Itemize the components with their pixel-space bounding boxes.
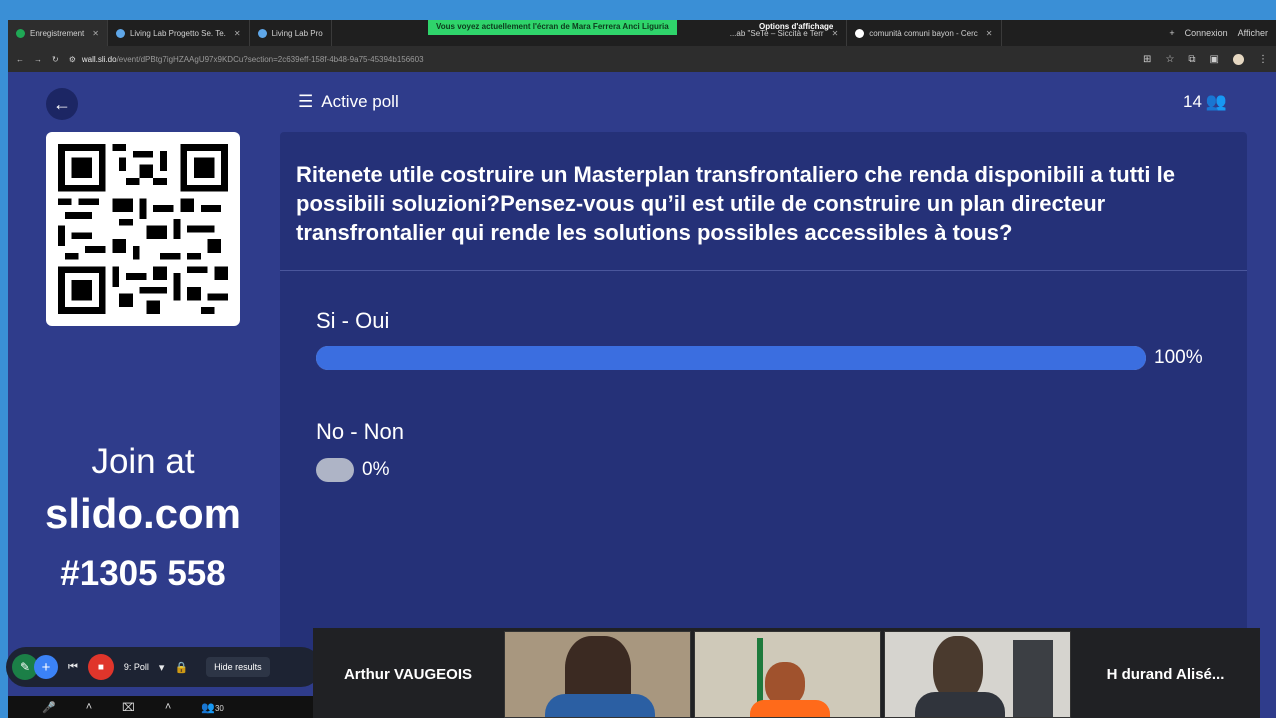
- participant-count-value: 14: [1183, 92, 1202, 111]
- slido-poll-wall: ← Join at slido.com #1305 558 ☰ Active p…: [8, 72, 1276, 718]
- option-label-yes: Si - Oui: [316, 308, 390, 333]
- stop-icon[interactable]: ■: [87, 654, 114, 680]
- participants-icon[interactable]: 👥30: [201, 701, 224, 714]
- meeting-controls: 🎤 ˄ ⌧ ˄ 👥30: [8, 696, 313, 718]
- divider: [280, 270, 1247, 271]
- arrow-left-icon: ←: [53, 93, 71, 114]
- tab-living-lab-1[interactable]: Living Lab Progetto Se. Te. ✕: [108, 20, 250, 46]
- site-info-icon[interactable]: ⚙: [69, 55, 76, 64]
- option-percent-yes: 100%: [1154, 347, 1203, 368]
- recording-icon: [16, 28, 25, 38]
- poll-question: Ritenete utile costruire un Masterplan t…: [296, 162, 1175, 245]
- background-object: [1013, 640, 1053, 717]
- participants-count: 30: [214, 703, 224, 713]
- join-qr-code: [46, 132, 240, 326]
- url-field[interactable]: ⚙ wall.sli.do/event/dPBtg7igHZAAgU97x9KD…: [69, 55, 424, 64]
- address-bar: ← → ↻ ⚙ wall.sli.do/event/dPBtg7igHZAAgU…: [8, 46, 1276, 72]
- list-icon: ☰: [298, 92, 314, 111]
- person-shirt: [545, 694, 655, 717]
- bookmark-star-icon[interactable]: ☆: [1165, 54, 1174, 65]
- tab-label: Living Lab Pro: [271, 28, 323, 38]
- profile-avatar[interactable]: [1233, 53, 1244, 65]
- close-icon[interactable]: ✕: [92, 29, 99, 38]
- people-icon: 👥: [1205, 92, 1228, 111]
- forward-icon[interactable]: →: [34, 55, 42, 64]
- slido-icon: [115, 28, 125, 38]
- tab-label: comunità comuni bayon - Cerc: [869, 28, 978, 38]
- join-site: slido.com: [44, 490, 242, 537]
- back-button[interactable]: ←: [46, 88, 78, 120]
- close-icon[interactable]: ✕: [234, 29, 241, 38]
- presenter-toolbar: ✎ + ⏮ ■ 9: Poll ▾ 🔒 Hide results: [6, 647, 321, 687]
- participant-video-3[interactable]: [884, 631, 1071, 718]
- option-percent-no: 0%: [362, 459, 390, 480]
- tab-label: Living Lab Progetto Se. Te.: [129, 28, 226, 38]
- option-bar-fill-yes: [316, 346, 1146, 370]
- option-label-no: No - Non: [316, 419, 405, 444]
- qr-code-icon: [58, 144, 228, 314]
- chevron-up-icon[interactable]: ˄: [165, 701, 171, 713]
- url-path: /event/dPBtg7igHZAAgU97x9KDCu?section=2c…: [116, 54, 424, 64]
- hide-results-button[interactable]: Hide results: [206, 657, 270, 677]
- chevron-up-icon[interactable]: ˄: [86, 701, 92, 713]
- option-bar-no: [316, 458, 354, 482]
- poll-header-label: Active poll: [321, 92, 399, 111]
- skip-back-icon[interactable]: ⏮: [68, 661, 78, 674]
- participant-count: 14 👥: [1183, 92, 1227, 112]
- url-site: wall.sli.do: [81, 54, 117, 64]
- poll-card: Ritenete utile costruire un Masterplan t…: [280, 132, 1247, 652]
- screen-share-frame: Enregistrement ✕ Living Lab Progetto Se.…: [8, 20, 1276, 718]
- participant-video-1[interactable]: [504, 631, 691, 718]
- join-at-label: Join at: [91, 442, 195, 481]
- display-options-button[interactable]: Options d'affichage: [753, 20, 839, 35]
- person-shirt: [750, 700, 830, 717]
- participant-tile-right[interactable]: H durand Alisé...: [1071, 631, 1260, 718]
- new-tab-icon[interactable]: +: [1169, 28, 1174, 38]
- meeting-participants-strip: Arthur VAUGEOIS H durand Alisé...: [313, 628, 1260, 718]
- poll-select[interactable]: 9: Poll: [124, 662, 149, 672]
- connexion-button[interactable]: Connexion: [1185, 28, 1228, 38]
- camera-off-icon[interactable]: ⌧: [122, 701, 135, 714]
- tab-living-lab-2[interactable]: Living Lab Pro: [250, 20, 332, 46]
- browser-tab-bar: Enregistrement ✕ Living Lab Progetto Se.…: [8, 20, 1276, 46]
- person-shirt: [915, 692, 1005, 717]
- extensions-icon[interactable]: ⧉: [1188, 54, 1195, 65]
- poll-header: ☰ Active poll: [298, 92, 399, 112]
- reload-icon[interactable]: ↻: [52, 55, 59, 64]
- slido-icon: [257, 28, 267, 38]
- participant-name-right: H durand Alisé...: [1106, 666, 1225, 683]
- afficher-button[interactable]: Afficher: [1238, 28, 1268, 38]
- option-bar-yes: [316, 346, 1146, 370]
- lock-icon[interactable]: 🔒: [174, 661, 188, 674]
- chevron-down-icon[interactable]: ▾: [159, 661, 165, 674]
- sidebar-icon[interactable]: ▣: [1210, 54, 1219, 65]
- screen-share-banner: Vous voyez actuellement l'écran de Mara …: [428, 20, 677, 35]
- google-icon: [855, 28, 865, 38]
- event-code: #1305 558: [60, 554, 226, 593]
- tab-recording[interactable]: Enregistrement ✕: [8, 20, 108, 46]
- mic-muted-icon[interactable]: 🎤: [42, 701, 56, 714]
- participant-tile-left[interactable]: Arthur VAUGEOIS: [313, 631, 503, 718]
- close-icon[interactable]: ✕: [986, 29, 993, 38]
- participant-name-left: Arthur VAUGEOIS: [343, 666, 473, 683]
- address-bar-actions: ⊞ ☆ ⧉ ▣ ⋮: [1143, 53, 1268, 65]
- tab-bar-right: + Connexion Afficher: [1169, 28, 1276, 38]
- tab-label: Enregistrement: [30, 28, 85, 38]
- back-icon[interactable]: ←: [16, 55, 24, 64]
- translate-icon[interactable]: ⊞: [1143, 54, 1151, 65]
- participant-video-2[interactable]: [694, 631, 881, 718]
- add-button[interactable]: +: [34, 655, 58, 679]
- menu-icon[interactable]: ⋮: [1258, 54, 1268, 65]
- tab-comunita[interactable]: comunità comuni bayon - Cerc ✕: [847, 20, 1002, 46]
